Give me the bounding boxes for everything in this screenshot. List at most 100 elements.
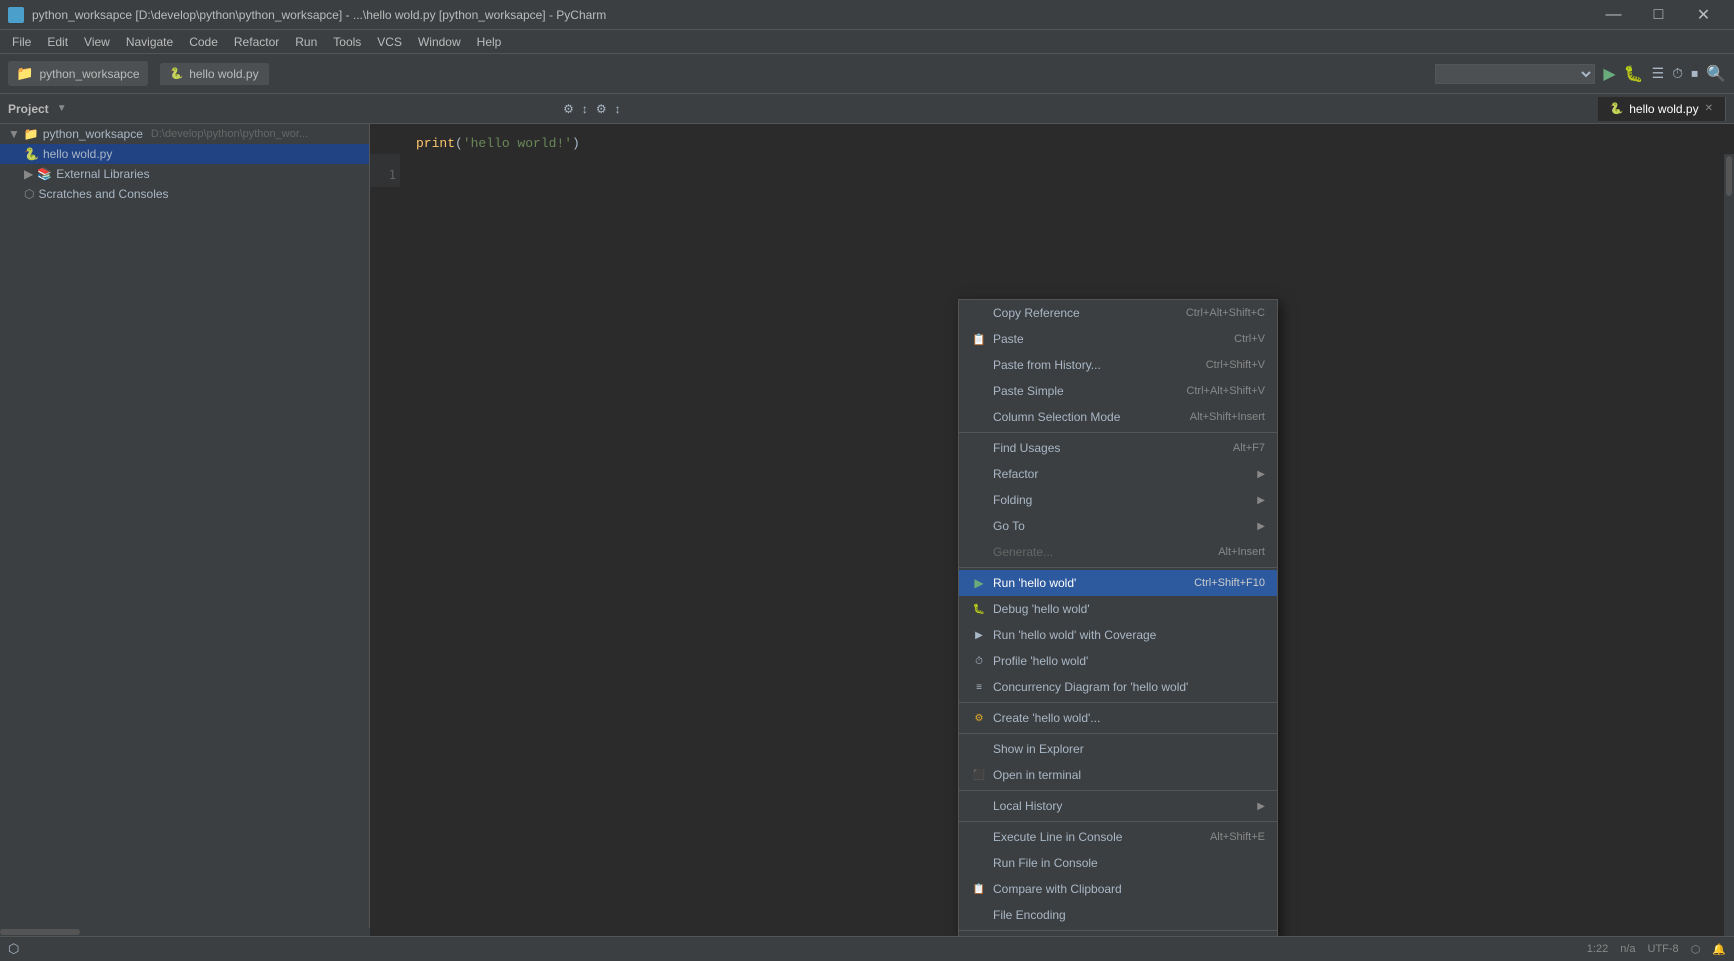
ctx-generate[interactable]: Generate... Alt+Insert bbox=[959, 539, 1277, 565]
dropdown-arrow-icon[interactable]: ▼ bbox=[57, 103, 67, 114]
menu-refactor[interactable]: Refactor bbox=[226, 33, 287, 51]
menu-bar: File Edit View Navigate Code Refactor Ru… bbox=[0, 30, 1734, 54]
app-icon bbox=[8, 7, 24, 23]
project-tab[interactable]: 📁 python_worksapce bbox=[8, 61, 148, 86]
ctx-compare-clipboard[interactable]: 📋 Compare with Clipboard bbox=[959, 876, 1277, 902]
maximize-button[interactable]: □ bbox=[1636, 0, 1681, 30]
collapse-icon[interactable]: ↕ bbox=[615, 102, 621, 116]
ctx-sep-1 bbox=[959, 432, 1277, 433]
ctx-run-file-label: Run File in Console bbox=[993, 856, 1265, 870]
collapse-arrow-icon: ▼ bbox=[8, 127, 20, 141]
ctx-concurrency-label: Concurrency Diagram for 'hello wold' bbox=[993, 680, 1265, 694]
editor-tab-active[interactable]: 🐍 hello wold.py ✕ bbox=[1598, 97, 1726, 121]
terminal-icon: ⬛ bbox=[971, 767, 987, 783]
menu-help[interactable]: Help bbox=[469, 33, 510, 51]
ctx-paste[interactable]: 📋 Paste Ctrl+V bbox=[959, 326, 1277, 352]
menu-code[interactable]: Code bbox=[181, 33, 226, 51]
ctx-encoding-label: File Encoding bbox=[993, 908, 1265, 922]
ctx-concurrency-diagram[interactable]: ≡ Concurrency Diagram for 'hello wold' bbox=[959, 674, 1277, 700]
indent-icon[interactable]: ⬡ bbox=[1691, 943, 1701, 956]
menu-run[interactable]: Run bbox=[287, 33, 325, 51]
ctx-execute-label: Execute Line in Console bbox=[993, 830, 1204, 844]
paste-history-icon bbox=[971, 357, 987, 373]
ctx-refactor-label: Refactor bbox=[993, 467, 1251, 481]
find-usages-icon bbox=[971, 440, 987, 456]
ctx-copy-reference[interactable]: Copy Reference Ctrl+Alt+Shift+C bbox=[959, 300, 1277, 326]
active-tab-label: hello wold.py bbox=[1629, 102, 1698, 116]
ctx-paste-simple[interactable]: Paste Simple Ctrl+Alt+Shift+V bbox=[959, 378, 1277, 404]
ctx-go-to[interactable]: Go To ▶ bbox=[959, 513, 1277, 539]
ctx-local-history[interactable]: Local History ▶ bbox=[959, 793, 1277, 819]
file-tab[interactable]: 🐍 hello wold.py bbox=[160, 63, 269, 85]
ctx-generate-shortcut: Alt+Insert bbox=[1218, 546, 1265, 558]
settings-icon[interactable]: ⚙ bbox=[563, 102, 574, 116]
ctx-sep-6 bbox=[959, 821, 1277, 822]
tab-close-icon[interactable]: ✕ bbox=[1705, 103, 1713, 114]
close-button[interactable]: ✕ bbox=[1681, 0, 1726, 30]
expand-icon[interactable]: ↕ bbox=[582, 102, 588, 116]
ctx-refactor[interactable]: Refactor ▶ bbox=[959, 461, 1277, 487]
ctx-execute-line[interactable]: Execute Line in Console Alt+Shift+E bbox=[959, 824, 1277, 850]
status-icon-git[interactable]: ⬡ bbox=[8, 941, 19, 957]
menu-file[interactable]: File bbox=[4, 33, 39, 51]
paste-simple-icon bbox=[971, 383, 987, 399]
menu-navigate[interactable]: Navigate bbox=[118, 33, 181, 51]
tree-root[interactable]: ▼ 📁 python_worksapce D:\develop\python\p… bbox=[0, 124, 369, 144]
run-config-dropdown[interactable] bbox=[1435, 64, 1595, 84]
ctx-column-selection[interactable]: Column Selection Mode Alt+Shift+Insert bbox=[959, 404, 1277, 430]
menu-edit[interactable]: Edit bbox=[39, 33, 76, 51]
debug-button[interactable]: 🐛 bbox=[1624, 64, 1644, 84]
ctx-debug-hello-wold[interactable]: 🐛 Debug 'hello wold' bbox=[959, 596, 1277, 622]
ctx-paste-history[interactable]: Paste from History... Ctrl+Shift+V bbox=[959, 352, 1277, 378]
editor-area: 1 print('hello world!') Copy Reference C… bbox=[370, 124, 1734, 936]
window-controls: — □ ✕ bbox=[1591, 0, 1726, 30]
editor-v-scrollbar[interactable] bbox=[1724, 154, 1734, 936]
line-ending[interactable]: n/a bbox=[1620, 943, 1635, 955]
sidebar-h-scrollbar[interactable] bbox=[0, 928, 370, 936]
menu-window[interactable]: Window bbox=[410, 33, 469, 51]
file-encoding[interactable]: UTF-8 bbox=[1648, 943, 1679, 955]
ctx-sep-5 bbox=[959, 790, 1277, 791]
ctx-diagrams[interactable]: ⊞ Diagrams ▶ bbox=[959, 933, 1277, 936]
cursor-position[interactable]: 1:22 bbox=[1587, 943, 1608, 955]
ctx-file-encoding[interactable]: File Encoding bbox=[959, 902, 1277, 928]
status-bar: ⬡ 1:22 n/a UTF-8 ⬡ 🔔 bbox=[0, 936, 1734, 961]
project-tab-label: python_worksapce bbox=[39, 67, 139, 81]
ctx-column-selection-label: Column Selection Mode bbox=[993, 410, 1184, 424]
ctx-open-terminal[interactable]: ⬛ Open in terminal bbox=[959, 762, 1277, 788]
tree-external-libraries[interactable]: ▶ 📚 External Libraries bbox=[0, 164, 369, 184]
ctx-profile[interactable]: ⏱ Profile 'hello wold' bbox=[959, 648, 1277, 674]
stop-button[interactable]: ⏹ bbox=[1691, 65, 1698, 82]
ctx-find-usages[interactable]: Find Usages Alt+F7 bbox=[959, 435, 1277, 461]
ctx-run-coverage[interactable]: ▶ Run 'hello wold' with Coverage bbox=[959, 622, 1277, 648]
run-button[interactable]: ▶ bbox=[1603, 64, 1615, 84]
ctx-debug-label: Debug 'hello wold' bbox=[993, 602, 1265, 616]
menu-vcs[interactable]: VCS bbox=[369, 33, 410, 51]
ctx-folding-label: Folding bbox=[993, 493, 1251, 507]
file-icon: 🐍 bbox=[170, 67, 184, 80]
sidebar-h-scrollbar-thumb bbox=[0, 929, 80, 935]
search-button[interactable]: 🔍 bbox=[1706, 64, 1726, 84]
refactor-icon bbox=[971, 466, 987, 482]
file-name-label: hello wold.py bbox=[43, 147, 112, 161]
ctx-folding[interactable]: Folding ▶ bbox=[959, 487, 1277, 513]
notifications-icon[interactable]: 🔔 bbox=[1712, 943, 1726, 956]
editor-content[interactable]: print('hello world!') bbox=[370, 124, 1734, 165]
tree-file-hello-wold[interactable]: 🐍 hello wold.py bbox=[0, 144, 369, 164]
ctx-show-in-explorer[interactable]: Show in Explorer bbox=[959, 736, 1277, 762]
ctx-go-to-label: Go To bbox=[993, 519, 1251, 533]
encoding-icon bbox=[971, 907, 987, 923]
concurrency-icon: ≡ bbox=[971, 679, 987, 695]
tree-scratches[interactable]: ⬡ Scratches and Consoles bbox=[0, 184, 369, 204]
coverage-button[interactable]: ☰ bbox=[1652, 65, 1665, 82]
profile-button[interactable]: ⏱ bbox=[1672, 65, 1683, 82]
explorer-icon bbox=[971, 741, 987, 757]
gear2-icon[interactable]: ⚙ bbox=[596, 102, 607, 116]
menu-tools[interactable]: Tools bbox=[325, 33, 369, 51]
ctx-run-label: Run 'hello wold' bbox=[993, 576, 1188, 590]
ctx-run-file-console[interactable]: Run File in Console bbox=[959, 850, 1277, 876]
ctx-run-hello-wold[interactable]: ▶ Run 'hello wold' Ctrl+Shift+F10 bbox=[959, 570, 1277, 596]
menu-view[interactable]: View bbox=[76, 33, 118, 51]
ctx-create-hello-wold[interactable]: ⚙ Create 'hello wold'... bbox=[959, 705, 1277, 731]
minimize-button[interactable]: — bbox=[1591, 0, 1636, 30]
